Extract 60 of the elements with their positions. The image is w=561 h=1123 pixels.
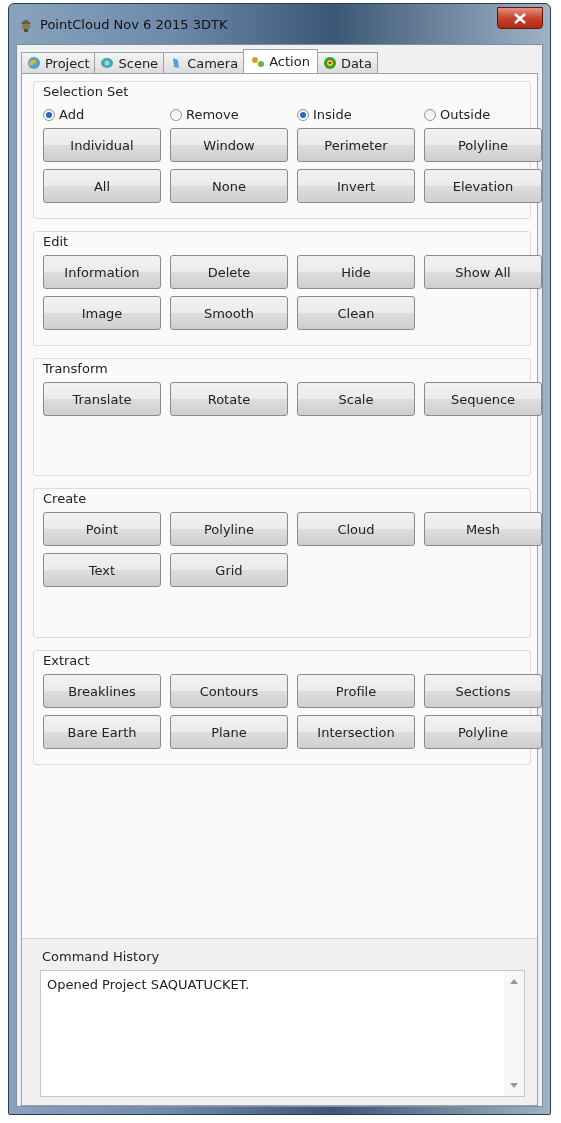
action-button[interactable]: Breaklines xyxy=(43,674,161,708)
group-title: Transform xyxy=(43,361,108,376)
action-button[interactable]: Plane xyxy=(170,715,288,749)
radio-button[interactable]: Inside xyxy=(297,107,424,122)
action-button[interactable]: None xyxy=(170,169,288,203)
action-button[interactable]: Translate xyxy=(43,382,161,416)
action-button[interactable]: Contours xyxy=(170,674,288,708)
radio-button[interactable]: Outside xyxy=(424,107,551,122)
group-title: Create xyxy=(43,491,87,506)
action-button[interactable]: Hide xyxy=(297,255,415,289)
action-button[interactable]: Intersection xyxy=(297,715,415,749)
tab[interactable]: Data xyxy=(316,52,378,73)
action-button[interactable]: Point xyxy=(43,512,161,546)
scrollbar[interactable] xyxy=(504,971,524,1096)
action-button[interactable]: Window xyxy=(170,128,288,162)
action-button[interactable]: All xyxy=(43,169,161,203)
action-button[interactable]: Perimeter xyxy=(297,128,415,162)
close-button[interactable] xyxy=(497,7,543,29)
action-button[interactable]: Sections xyxy=(424,674,542,708)
radio-button[interactable]: Remove xyxy=(170,107,297,122)
action-button[interactable]: Delete xyxy=(170,255,288,289)
action-button[interactable]: Cloud xyxy=(297,512,415,546)
action-button[interactable]: Text xyxy=(43,553,161,587)
action-button[interactable]: Grid xyxy=(170,553,288,587)
group-title: Extract xyxy=(43,653,90,668)
window-title: PointCloud Nov 6 2015 3DTK xyxy=(40,16,229,32)
action-button[interactable]: Image xyxy=(43,296,161,330)
tab[interactable]: Scene xyxy=(94,52,165,73)
action-button[interactable]: Invert xyxy=(297,169,415,203)
history-field[interactable]: Opened Project SAQUATUCKET. xyxy=(40,970,525,1097)
action-button[interactable]: Polyline xyxy=(424,128,542,162)
dots-icon xyxy=(251,54,266,69)
target-icon xyxy=(322,56,337,70)
group-title: Edit xyxy=(43,234,69,249)
tab[interactable]: Action xyxy=(243,49,318,73)
action-button[interactable]: Individual xyxy=(43,128,161,162)
history-line: Opened Project SAQUATUCKET. xyxy=(47,977,251,992)
action-button[interactable]: Smooth xyxy=(170,296,288,330)
action-button[interactable]: Mesh xyxy=(424,512,542,546)
action-button[interactable]: Bare Earth xyxy=(43,715,161,749)
scroll-up-icon xyxy=(510,979,518,984)
group-title: Selection Set xyxy=(43,84,129,99)
action-button[interactable]: Polyline xyxy=(424,715,542,749)
action-button[interactable]: Scale xyxy=(297,382,415,416)
action-button[interactable]: Information xyxy=(43,255,161,289)
action-button[interactable]: Rotate xyxy=(170,382,288,416)
action-button[interactable]: Profile xyxy=(297,674,415,708)
scroll-down-icon xyxy=(510,1083,518,1088)
radio-button[interactable]: Add xyxy=(43,107,170,122)
globe-icon xyxy=(27,56,41,70)
action-button[interactable]: Polyline xyxy=(170,512,288,546)
tab[interactable]: Project xyxy=(21,52,96,73)
panel-title: Command History xyxy=(42,949,161,964)
action-button[interactable]: Elevation xyxy=(424,169,542,203)
action-button[interactable]: Show All xyxy=(424,255,542,289)
close-icon xyxy=(514,12,526,24)
action-button[interactable]: Sequence xyxy=(424,382,542,416)
tab[interactable]: Camera xyxy=(163,52,245,73)
disc-icon xyxy=(100,56,115,70)
action-button[interactable]: Clean xyxy=(297,296,415,330)
